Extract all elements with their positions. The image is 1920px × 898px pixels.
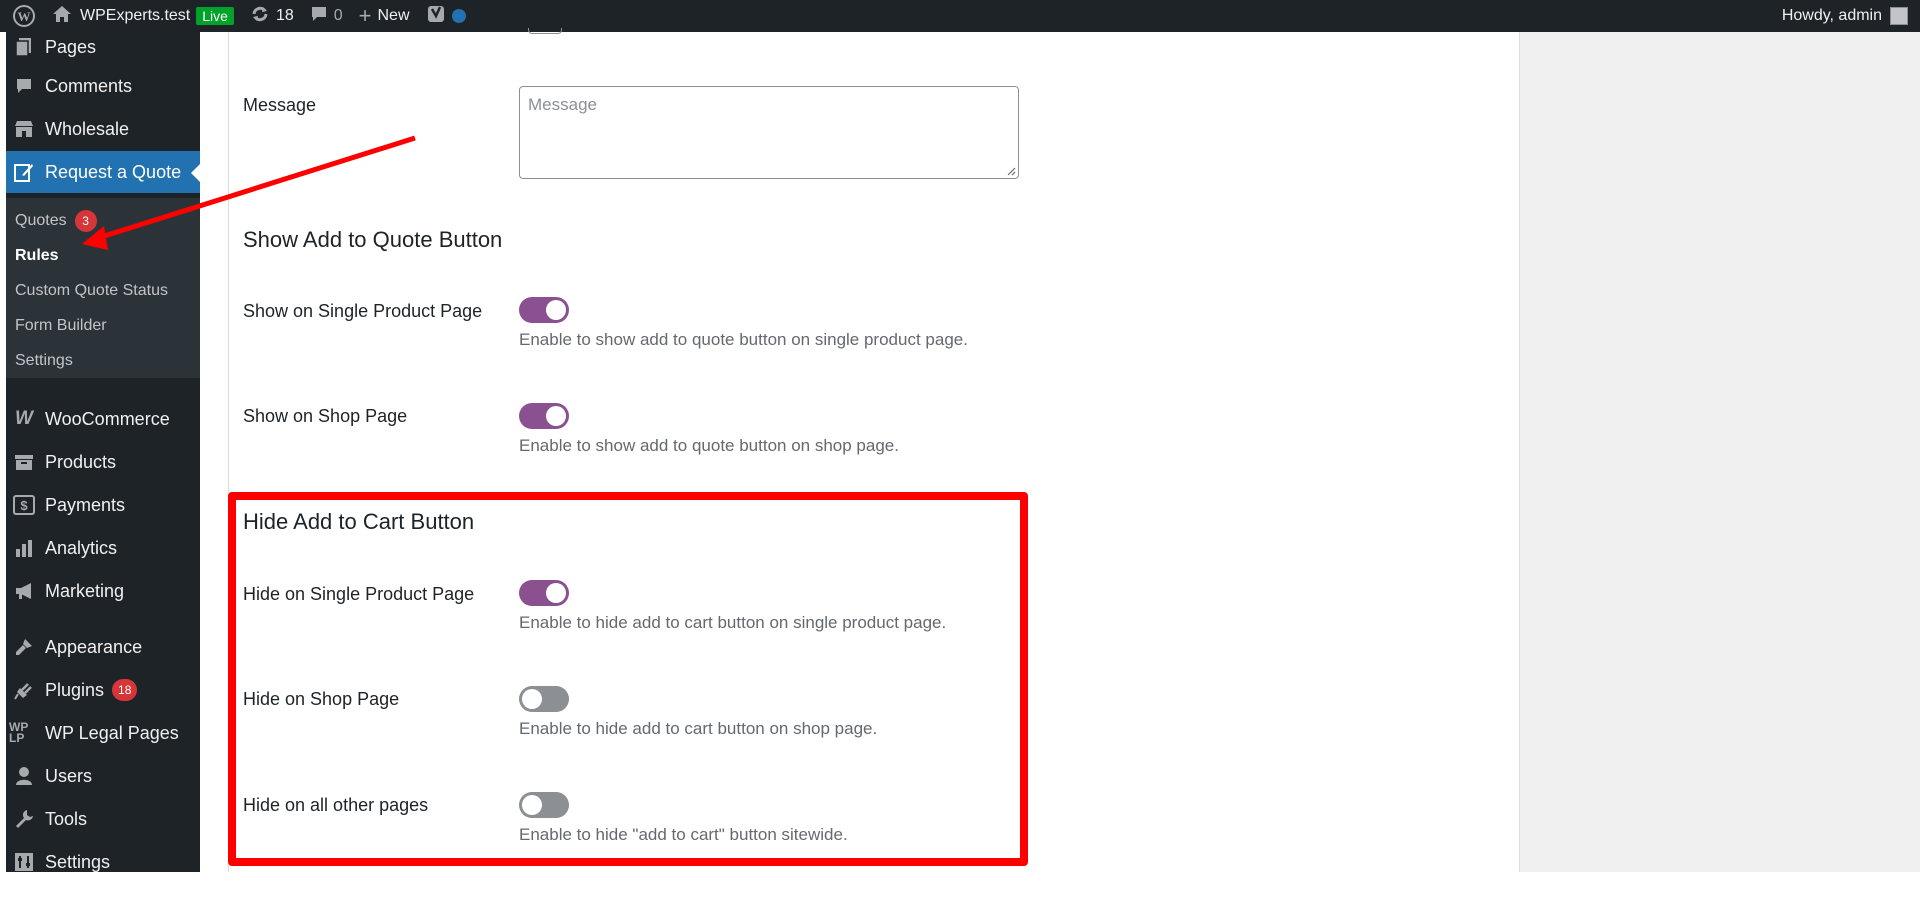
menu-item-pages[interactable]: Pages	[6, 26, 200, 68]
comments-count: 0	[333, 7, 343, 24]
menu-label: Payments	[45, 494, 126, 515]
archive-icon	[9, 441, 39, 483]
avatar	[1890, 7, 1908, 25]
updates-count: 18	[275, 7, 294, 24]
site-name: WPExperts.test	[80, 7, 191, 24]
menu-label: Products	[45, 451, 117, 472]
menu-label: WP Legal Pages	[45, 722, 179, 743]
show-single-toggle[interactable]	[519, 297, 569, 323]
comments-link[interactable]: 0	[302, 0, 351, 32]
new-label: New	[377, 7, 410, 24]
annotation-highlight-box	[228, 492, 1028, 866]
menu-item-appearance[interactable]: Appearance	[6, 626, 200, 668]
menu-item-wholesale[interactable]: Wholesale	[6, 108, 200, 150]
page-bottom	[0, 872, 1920, 898]
submenu-item-quotes[interactable]: Quotes 3	[15, 206, 97, 236]
current-menu-arrow	[191, 164, 200, 182]
plugin-icon	[9, 669, 39, 711]
new-content-link[interactable]: + New	[351, 0, 418, 32]
menu-item-request-a-quote[interactable]: Request a Quote	[6, 151, 200, 193]
updates-icon	[250, 4, 270, 29]
menu-label: Analytics	[45, 537, 118, 558]
resize-grip-icon[interactable]	[1006, 166, 1016, 176]
submenu-item-settings[interactable]: Settings	[15, 346, 73, 376]
menu-label: Comments	[45, 75, 133, 96]
request-a-quote-submenu: Quotes 3 Rules Custom Quote Status Form …	[6, 198, 200, 378]
menu-label: Wholesale	[45, 118, 130, 139]
menu-label: Request a Quote	[45, 161, 182, 182]
woocommerce-icon: W	[15, 408, 33, 429]
menu-item-plugins[interactable]: Plugins 18	[6, 669, 200, 711]
edit-icon	[9, 151, 39, 193]
quotes-count-badge: 3	[74, 210, 97, 232]
svg-text:$: $	[20, 498, 28, 513]
live-badge: Live	[196, 7, 234, 25]
payments-icon: $	[9, 484, 39, 526]
comment-bubble-icon	[310, 5, 328, 28]
menu-item-marketing[interactable]: Marketing	[6, 570, 200, 612]
submenu-item-rules[interactable]: Rules	[15, 241, 59, 271]
menu-label: Pages	[45, 36, 97, 57]
submenu-label: Settings	[15, 352, 73, 369]
my-account-link[interactable]: Howdy, admin	[1774, 0, 1920, 32]
show-shop-toggle[interactable]	[519, 403, 569, 429]
svg-text:W: W	[18, 9, 31, 24]
content-background	[1520, 32, 1920, 872]
menu-label: Settings	[45, 851, 111, 872]
message-placeholder: Message	[528, 95, 597, 114]
show-shop-label: Show on Shop Page	[243, 406, 408, 426]
wrench-icon	[9, 798, 39, 840]
submenu-item-custom-quote-status[interactable]: Custom Quote Status	[15, 276, 168, 306]
updates-link[interactable]: 18	[242, 0, 302, 32]
menu-label: Plugins	[45, 679, 105, 700]
show-shop-desc: Enable to show add to quote button on sh…	[519, 436, 899, 455]
comments-icon	[9, 65, 39, 107]
menu-item-comments[interactable]: Comments	[6, 65, 200, 107]
menu-item-products[interactable]: Products	[6, 441, 200, 483]
show-section-title: Show Add to Quote Button	[243, 227, 503, 252]
toggle-knob	[546, 300, 566, 320]
menu-label: Marketing	[45, 580, 125, 601]
submenu-label: Rules	[15, 247, 59, 264]
menu-label: Tools	[45, 808, 88, 829]
submenu-label: Quotes	[15, 212, 67, 229]
menu-item-woocommerce[interactable]: W WooCommerce	[6, 398, 200, 440]
user-icon	[9, 755, 39, 797]
menu-label: WooCommerce	[45, 408, 170, 429]
wplp-icon: WP LP	[9, 720, 29, 745]
menu-item-wp-legal-pages[interactable]: WP LP WP Legal Pages	[6, 712, 200, 754]
bar-chart-icon	[9, 527, 39, 569]
home-icon	[52, 5, 72, 28]
menu-item-payments[interactable]: $ Payments	[6, 484, 200, 526]
message-label: Message	[243, 95, 317, 115]
submenu-item-form-builder[interactable]: Form Builder	[15, 311, 107, 341]
pages-icon	[9, 26, 39, 68]
menu-item-tools[interactable]: Tools	[6, 798, 200, 840]
seo-status-dot	[451, 9, 466, 23]
show-single-desc: Enable to show add to quote button on si…	[519, 330, 968, 349]
menu-label: Appearance	[45, 636, 143, 657]
admin-bar: W WPExperts.test Live 18 0 + New Howdy, …	[0, 0, 1920, 32]
partial-element-top	[528, 28, 562, 34]
show-single-label: Show on Single Product Page	[243, 301, 483, 321]
brush-icon	[9, 626, 39, 668]
menu-item-analytics[interactable]: Analytics	[6, 527, 200, 569]
plus-icon: +	[358, 3, 372, 28]
toggle-knob	[546, 406, 566, 426]
yoast-menu[interactable]	[418, 0, 474, 32]
submenu-label: Custom Quote Status	[15, 282, 168, 299]
admin-sidebar: Pages Comments Wholesale Request a Quote…	[6, 32, 200, 872]
yoast-icon	[426, 3, 448, 30]
menu-label: Users	[45, 765, 93, 786]
submenu-label: Form Builder	[15, 317, 107, 334]
megaphone-icon	[9, 570, 39, 612]
message-textarea[interactable]: Message	[519, 86, 1019, 179]
greeting: Howdy, admin	[1781, 7, 1882, 24]
menu-item-users[interactable]: Users	[6, 755, 200, 797]
plugins-update-badge: 18	[112, 679, 138, 701]
store-icon	[9, 108, 39, 150]
